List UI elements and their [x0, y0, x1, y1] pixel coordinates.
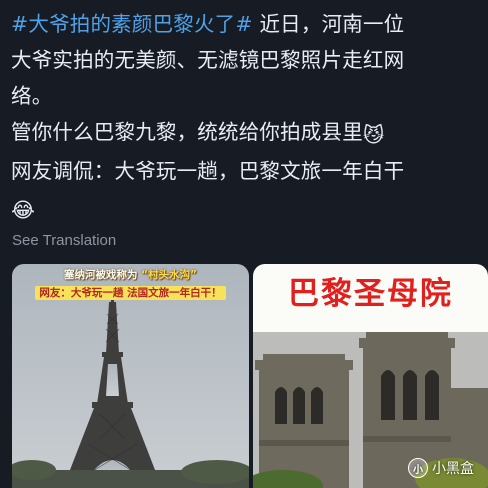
- heybox-watermark-text: 小黑盒: [432, 461, 474, 477]
- post-line-2: 大爷实拍的无美颜、无滤镜巴黎照片走红网: [11, 48, 405, 72]
- overlay-caption-bottom: 网友：大爷玩一趟 法国文旅一年白干！: [12, 285, 249, 300]
- overlay-caption-top: 塞纳河被戏称为 “村头水沟”: [12, 267, 249, 282]
- overlay-caption-quote: “村头水沟”: [141, 269, 197, 281]
- cat-face-emoji-icon: 😼: [362, 123, 385, 147]
- post-line-5: 网友调侃：大爷玩一趟，巴黎文旅一年白干: [11, 159, 405, 183]
- post-line-4-text: 管你什么巴黎九黎，统统给你拍成县里: [11, 120, 363, 144]
- overlay-caption-bottom-text: 网友：大爷玩一趟 法国文旅一年白干！: [35, 286, 226, 300]
- post-line-6: 😂: [11, 189, 485, 228]
- heybox-watermark: 小 小黑盒: [408, 458, 474, 478]
- notre-dame-title: 巴黎圣母院: [288, 276, 453, 312]
- post-line-1: #大爷拍的素颜巴黎火了# 近日，河南一位: [11, 6, 485, 42]
- overlay-caption-top-text: 塞纳河被戏称为: [64, 269, 138, 281]
- post-body: #大爷拍的素颜巴黎火了# 近日，河南一位 大爷实拍的无美颜、无滤镜巴黎照片走红网…: [11, 6, 485, 228]
- post-line-3: 络。: [11, 84, 53, 108]
- post-line-4: 管你什么巴黎九黎，统统给你拍成县里😼: [11, 114, 485, 153]
- hashtag-link[interactable]: #大爷拍的素颜巴黎火了#: [11, 12, 253, 36]
- heybox-logo-icon: 小: [408, 458, 428, 478]
- see-translation-link[interactable]: See Translation: [12, 232, 116, 249]
- media-image-eiffel-tower[interactable]: 塞纳河被戏称为 “村头水沟” 网友：大爷玩一趟 法国文旅一年白干！: [12, 264, 249, 488]
- media-image-notre-dame[interactable]: 巴黎圣母院 小 小黑盒: [253, 264, 488, 488]
- post-line-1-text: 近日，河南一位: [252, 12, 405, 36]
- tears-of-joy-emoji-icon: 😂: [11, 198, 36, 222]
